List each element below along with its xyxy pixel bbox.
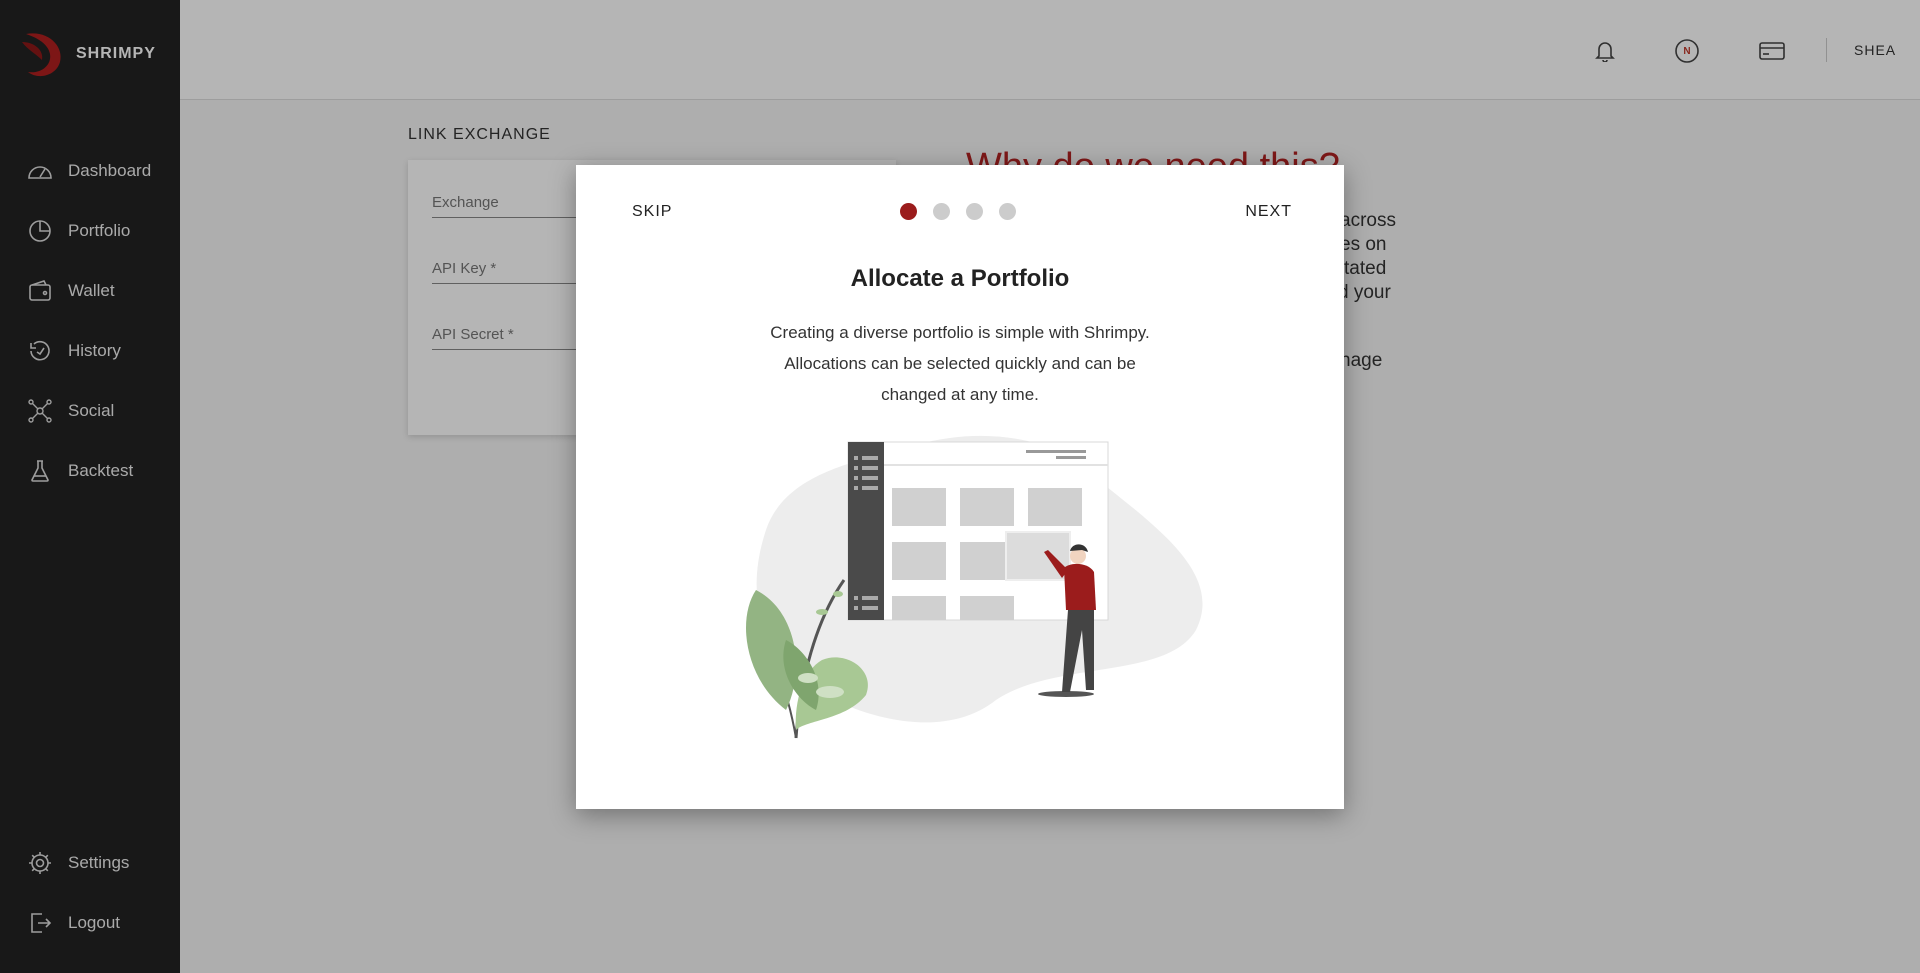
portfolio-illustration [746,435,1203,739]
modal-description: Creating a diverse portfolio is simple w… [740,317,1180,410]
skip-button[interactable]: SKIP [632,203,672,221]
modal-title: Allocate a Portfolio [850,265,1070,292]
onboarding-modal: SKIP NEXT Allocate a Portfolio Creating … [576,165,1344,809]
step-dot-3[interactable] [966,203,983,220]
next-button[interactable]: NEXT [1245,203,1292,221]
step-indicator [900,203,1016,220]
step-dot-2[interactable] [933,203,950,220]
modal-description-line: Allocations can be selected quickly and … [784,354,1136,373]
step-dot-4[interactable] [999,203,1016,220]
modal-description-line: changed at any time. [881,385,1039,404]
step-dot-1[interactable] [900,203,917,220]
modal-description-line: Creating a diverse portfolio is simple w… [770,323,1150,342]
